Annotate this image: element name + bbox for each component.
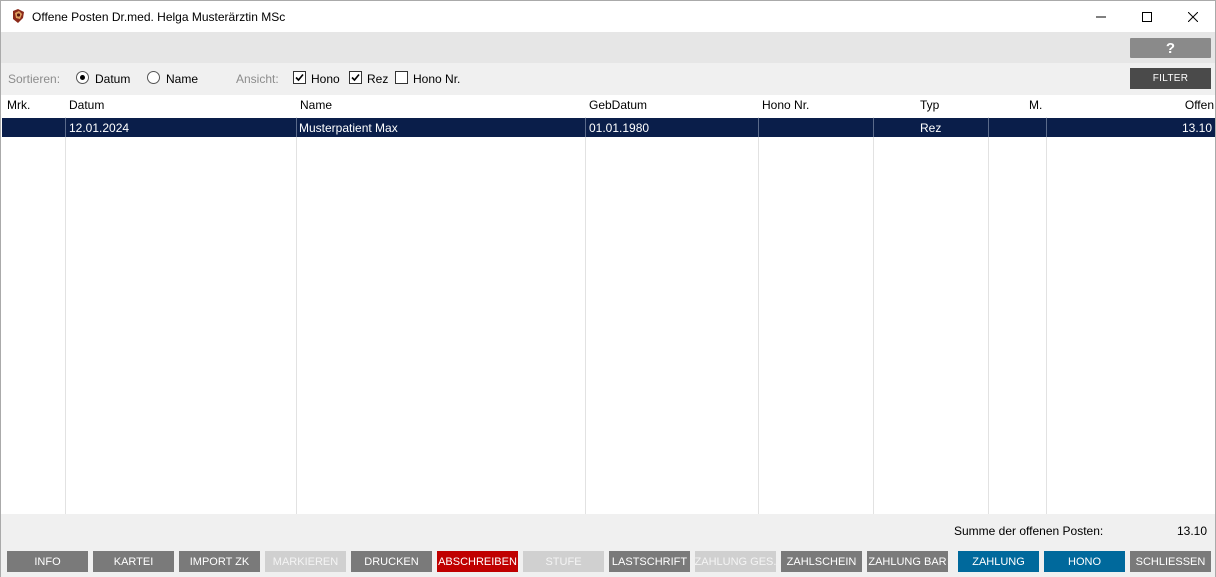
- minimize-button[interactable]: [1078, 1, 1124, 32]
- lastschrift-button[interactable]: LASTSCHRIFT: [609, 551, 690, 572]
- cell-divider: [585, 118, 586, 137]
- column-divider: [585, 95, 586, 514]
- help-button[interactable]: ?: [1130, 38, 1211, 58]
- column-header-typ[interactable]: Typ: [920, 98, 939, 112]
- column-divider: [988, 95, 989, 514]
- column-header-name[interactable]: Name: [300, 98, 332, 112]
- zahlung-ges-button[interactable]: ZAHLUNG GES.: [695, 551, 776, 572]
- stufe-button[interactable]: STUFE: [523, 551, 604, 572]
- table-header: Mrk. Datum Name GebDatum Hono Nr. Typ M.…: [1, 95, 1215, 117]
- cell-datum: 12.01.2024: [69, 121, 130, 135]
- column-divider: [1046, 95, 1047, 514]
- zahlung-bar-button[interactable]: ZAHLUNG BAR: [867, 551, 948, 572]
- column-divider: [758, 95, 759, 514]
- hono-button[interactable]: HONO: [1044, 551, 1125, 572]
- sort-datum-radio[interactable]: [76, 71, 89, 84]
- view-hono-checkbox[interactable]: [293, 71, 306, 84]
- sort-name-radio[interactable]: [147, 71, 160, 84]
- column-header-datum[interactable]: Datum: [69, 98, 104, 112]
- cell-divider: [65, 118, 66, 137]
- minimize-icon: [1096, 16, 1106, 17]
- summary-bar: Summe der offenen Posten: 13.10: [1, 514, 1215, 546]
- close-window-button[interactable]: [1170, 1, 1216, 32]
- title-bar: Offene Posten Dr.med. Helga Musterärztin…: [1, 1, 1215, 32]
- cell-divider: [988, 118, 989, 137]
- column-header-hono-nr[interactable]: Hono Nr.: [762, 98, 809, 112]
- sort-datum-label[interactable]: Datum: [95, 72, 130, 86]
- sort-label: Sortieren:: [8, 72, 61, 86]
- sort-name-label[interactable]: Name: [166, 72, 198, 86]
- cell-typ: Rez: [920, 121, 942, 135]
- column-divider: [296, 95, 297, 514]
- schliessen-button[interactable]: SCHLIESSEN: [1130, 551, 1211, 572]
- kartei-button[interactable]: KARTEI: [93, 551, 174, 572]
- column-divider: [65, 95, 66, 514]
- column-header-gebdatum[interactable]: GebDatum: [589, 98, 647, 112]
- zahlschein-button[interactable]: ZAHLSCHEIN: [781, 551, 862, 572]
- maximize-icon: [1142, 11, 1152, 22]
- zahlung-button[interactable]: ZAHLUNG: [958, 551, 1039, 572]
- import-zk-button[interactable]: IMPORT ZK: [179, 551, 260, 572]
- cell-divider: [1046, 118, 1047, 137]
- offene-posten-window: Offene Posten Dr.med. Helga Musterärztin…: [0, 0, 1216, 577]
- options-bar: Sortieren: Datum Name Ansicht: Hono Rez …: [1, 63, 1215, 95]
- column-header-m[interactable]: M.: [1029, 98, 1042, 112]
- cell-divider: [873, 118, 874, 137]
- cell-divider: [758, 118, 759, 137]
- app-logo-icon: [10, 8, 26, 24]
- window-title: Offene Posten Dr.med. Helga Musterärztin…: [32, 10, 286, 24]
- cell-name: Musterpatient Max: [299, 121, 398, 135]
- sum-value: 13.10: [1177, 524, 1208, 538]
- cell-offen: 13.10: [1181, 121, 1212, 135]
- close-icon: [1188, 11, 1198, 22]
- action-button-bar: INFO KARTEI IMPORT ZK MARKIEREN DRUCKEN …: [1, 546, 1215, 577]
- filter-button[interactable]: FILTER: [1130, 68, 1211, 89]
- abschreiben-button[interactable]: ABSCHREIBEN: [437, 551, 518, 572]
- view-rez-checkbox[interactable]: [349, 71, 362, 84]
- info-button[interactable]: INFO: [7, 551, 88, 572]
- view-rez-label[interactable]: Rez: [367, 72, 388, 86]
- view-hono-label[interactable]: Hono: [311, 72, 340, 86]
- open-items-table[interactable]: Mrk. Datum Name GebDatum Hono Nr. Typ M.…: [1, 95, 1215, 514]
- help-bar: ?: [1, 32, 1215, 63]
- drucken-button[interactable]: DRUCKEN: [351, 551, 432, 572]
- cell-gebdatum: 01.01.1980: [589, 121, 650, 135]
- cell-divider: [296, 118, 297, 137]
- table-row[interactable]: 12.01.2024 Musterpatient Max 01.01.1980 …: [2, 118, 1215, 137]
- sum-label: Summe der offenen Posten:: [954, 524, 1104, 538]
- checkmark-icon: [295, 73, 304, 82]
- view-label: Ansicht:: [236, 72, 279, 86]
- maximize-button[interactable]: [1124, 1, 1170, 32]
- markieren-button[interactable]: MARKIEREN: [265, 551, 346, 572]
- column-header-mrk[interactable]: Mrk.: [7, 98, 30, 112]
- view-hono-nr-label[interactable]: Hono Nr.: [413, 72, 460, 86]
- view-hono-nr-checkbox[interactable]: [395, 71, 408, 84]
- column-divider: [873, 95, 874, 514]
- column-header-offen[interactable]: Offen: [1185, 98, 1214, 112]
- checkmark-icon: [351, 73, 360, 82]
